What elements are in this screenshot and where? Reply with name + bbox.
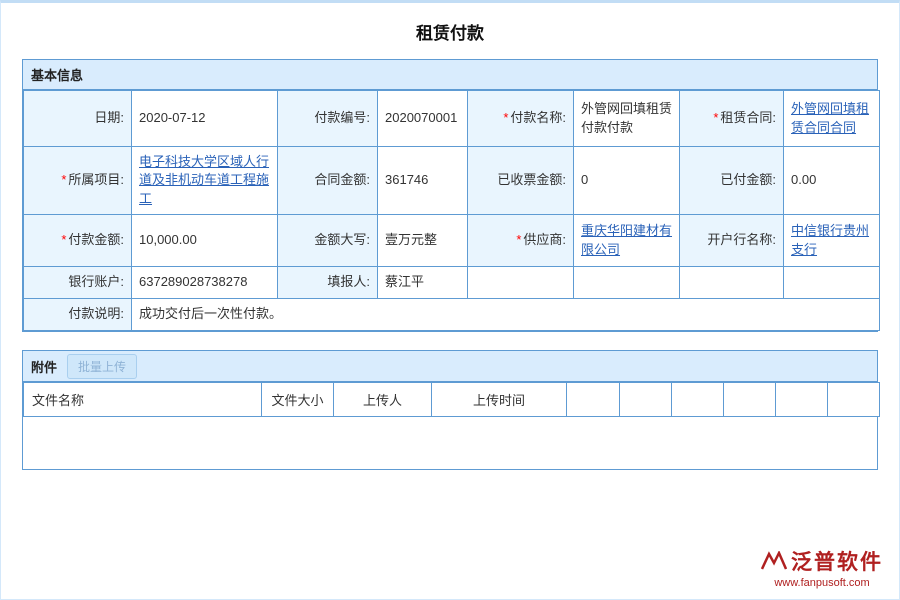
- required-asterisk: *: [61, 232, 66, 247]
- column-empty-4: [724, 383, 776, 417]
- pay-name-label-text: 付款名称:: [510, 110, 566, 125]
- pay-note-label: 付款说明:: [24, 299, 132, 331]
- attachments-section: 附件 批量上传 文件名称 文件大小 上传人 上传时间: [22, 350, 878, 470]
- bank-name-value-cell: 中信银行贵州支行: [784, 215, 880, 267]
- project-label: *所属项目:: [24, 147, 132, 215]
- footer-brand-block: 泛普软件 www.fanpusoft.com: [761, 546, 883, 589]
- supplier-label-text: 供应商:: [523, 232, 566, 247]
- supplier-label: *供应商:: [468, 215, 574, 267]
- required-asterisk: *: [713, 110, 718, 125]
- attachments-section-header: 附件 批量上传: [23, 351, 877, 382]
- brand-name: 泛普软件: [791, 546, 883, 576]
- date-label: 日期:: [24, 91, 132, 147]
- basic-info-row-5: 付款说明: 成功交付后一次性付款。: [24, 299, 880, 331]
- date-value: 2020-07-12: [132, 91, 278, 147]
- column-empty-2: [620, 383, 672, 417]
- preparer-value: 蔡江平: [378, 267, 468, 299]
- column-uploader: 上传人: [334, 383, 432, 417]
- invoice-received-label: 已收票金额:: [468, 147, 574, 215]
- empty-cell: [574, 267, 680, 299]
- attachments-table: 文件名称 文件大小 上传人 上传时间: [23, 382, 880, 417]
- attachments-title: 附件: [31, 357, 57, 376]
- preparer-label: 填报人:: [278, 267, 378, 299]
- lease-contract-label-text: 租赁合同:: [720, 110, 776, 125]
- column-empty-5: [776, 383, 828, 417]
- required-asterisk: *: [61, 172, 66, 187]
- contract-amount-value: 361746: [378, 147, 468, 215]
- lease-contract-value-cell: 外管网回填租赁合同合同: [784, 91, 880, 147]
- pay-no-label: 付款编号:: [278, 91, 378, 147]
- column-upload-time: 上传时间: [432, 383, 567, 417]
- pay-name-value: 外管网回填租赁付款付款: [574, 91, 680, 147]
- empty-cell: [468, 267, 574, 299]
- lease-contract-link[interactable]: 外管网回填租赁合同合同: [791, 101, 869, 134]
- batch-upload-button[interactable]: 批量上传: [67, 354, 137, 379]
- brand-url: www.fanpusoft.com: [761, 577, 883, 589]
- contract-amount-label: 合同金额:: [278, 147, 378, 215]
- basic-info-section-header: 基本信息: [23, 60, 877, 90]
- payment-amount-value: 10,000.00: [132, 215, 278, 267]
- column-empty-6: [828, 383, 880, 417]
- invoice-received-value: 0: [574, 147, 680, 215]
- paid-amount-value: 0.00: [784, 147, 880, 215]
- pay-note-value: 成功交付后一次性付款。: [132, 299, 880, 331]
- page-title: 租赁付款: [1, 3, 899, 59]
- bank-account-label: 银行账户:: [24, 267, 132, 299]
- column-file-name: 文件名称: [24, 383, 262, 417]
- fanpu-logo-icon: [761, 551, 787, 571]
- project-value-cell: 电子科技大学区域人行道及非机动车道工程施工: [132, 147, 278, 215]
- basic-info-row-3: *付款金额: 10,000.00 金额大写: 壹万元整 *供应商: 重庆华阳建材…: [24, 215, 880, 267]
- attachments-empty-list: [23, 417, 877, 469]
- footer-brand-line: 泛普软件: [761, 546, 883, 576]
- bank-account-value: 637289028738278: [132, 267, 278, 299]
- amount-in-words-value: 壹万元整: [378, 215, 468, 267]
- payment-amount-label: *付款金额:: [24, 215, 132, 267]
- basic-info-table: 日期: 2020-07-12 付款编号: 2020070001 *付款名称: 外…: [23, 90, 880, 331]
- required-asterisk: *: [516, 232, 521, 247]
- column-empty-1: [567, 383, 620, 417]
- empty-cell: [680, 267, 784, 299]
- pay-name-label: *付款名称:: [468, 91, 574, 147]
- amount-in-words-label: 金额大写:: [278, 215, 378, 267]
- project-link[interactable]: 电子科技大学区域人行道及非机动车道工程施工: [139, 154, 269, 205]
- empty-cell: [784, 267, 880, 299]
- page: 租赁付款 基本信息 日期: 2020-07-12 付款编号: 202007000…: [0, 0, 900, 600]
- paid-amount-label: 已付金额:: [680, 147, 784, 215]
- basic-info-section: 基本信息 日期: 2020-07-12 付款编号: 2020070001 *付款…: [22, 59, 878, 332]
- lease-contract-label: *租赁合同:: [680, 91, 784, 147]
- attachments-header-row: 文件名称 文件大小 上传人 上传时间: [24, 383, 880, 417]
- basic-info-row-4: 银行账户: 637289028738278 填报人: 蔡江平: [24, 267, 880, 299]
- supplier-value-cell: 重庆华阳建材有限公司: [574, 215, 680, 267]
- supplier-link[interactable]: 重庆华阳建材有限公司: [581, 223, 672, 256]
- column-file-size: 文件大小: [262, 383, 334, 417]
- bank-name-link[interactable]: 中信银行贵州支行: [791, 223, 869, 256]
- project-label-text: 所属项目:: [68, 172, 124, 187]
- bank-name-label: 开户行名称:: [680, 215, 784, 267]
- basic-info-row-1: 日期: 2020-07-12 付款编号: 2020070001 *付款名称: 外…: [24, 91, 880, 147]
- column-empty-3: [672, 383, 724, 417]
- basic-info-row-2: *所属项目: 电子科技大学区域人行道及非机动车道工程施工 合同金额: 36174…: [24, 147, 880, 215]
- required-asterisk: *: [503, 110, 508, 125]
- pay-no-value: 2020070001: [378, 91, 468, 147]
- payment-amount-label-text: 付款金额:: [68, 232, 124, 247]
